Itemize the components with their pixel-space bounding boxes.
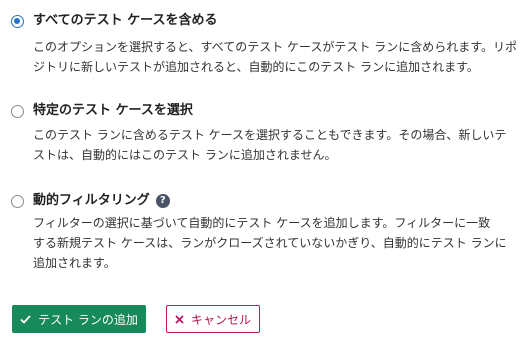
- help-icon[interactable]: ?: [155, 194, 170, 208]
- close-icon: [175, 314, 184, 324]
- description-line: フィルターの選択に基づいて自動的にテスト ケースを追加します。フィルターに一致: [33, 216, 491, 230]
- option-description: フィルターの選択に基づいて自動的にテスト ケースを追加します。フィルターに一致 …: [33, 213, 523, 273]
- cancel-button[interactable]: キャンセル: [166, 305, 260, 333]
- option-description: このテスト ランに含めるテスト ケースを選択することもできます。その場合、新しい…: [33, 125, 523, 165]
- radio-include-all[interactable]: [11, 15, 24, 28]
- option-title: 特定のテスト ケースを選択: [33, 103, 193, 118]
- description-line: 追加されます。: [33, 256, 116, 270]
- option-title: 動的フィルタリング: [33, 193, 150, 208]
- description-line: このオプションを選択すると、すべてのテスト ケースがテスト ランに含められます。…: [33, 40, 518, 54]
- option-title-row: 動的フィルタリング?: [33, 192, 170, 210]
- add-test-run-button[interactable]: テスト ランの追加: [12, 305, 146, 333]
- description-line: する新規テスト ケースは、ランがクローズされていないかぎり、自動的にテスト ラン…: [33, 236, 507, 250]
- description-line: このテスト ランに含めるテスト ケースを選択することもできます。その場合、新しい…: [33, 128, 507, 142]
- check-icon: [20, 314, 31, 324]
- option-description: このオプションを選択すると、すべてのテスト ケースがテスト ランに含められます。…: [33, 37, 523, 77]
- cancel-label: キャンセル: [190, 312, 251, 327]
- option-title: すべてのテスト ケースを含める: [33, 13, 218, 28]
- description-line: ストは、自動的にはこのテスト ランに追加されません。: [33, 148, 337, 162]
- radio-select-specific[interactable]: [11, 105, 24, 118]
- description-line: ジトリに新しいテストが追加されると、自動的にこのテスト ランに追加されます。: [33, 60, 479, 74]
- add-test-run-label: テスト ランの追加: [38, 312, 138, 327]
- radio-dynamic-filtering[interactable]: [11, 195, 24, 208]
